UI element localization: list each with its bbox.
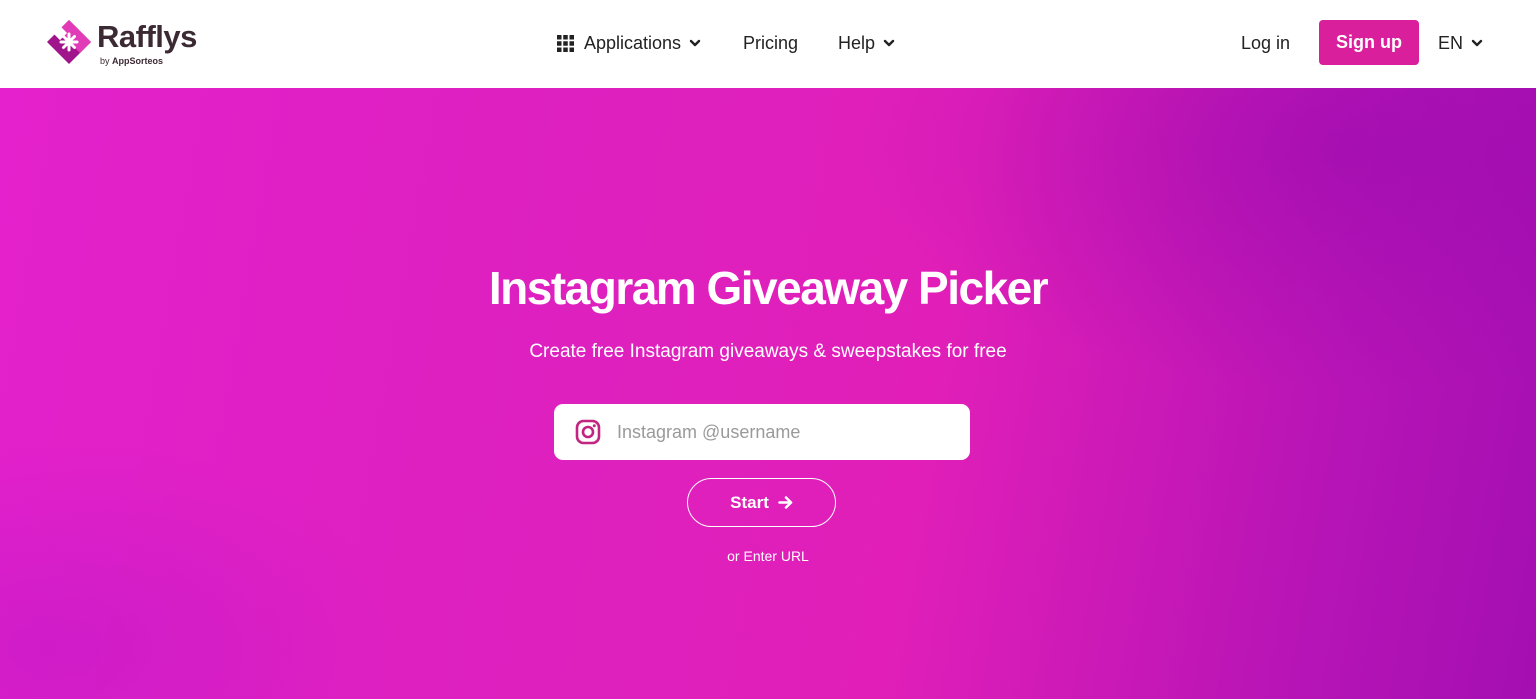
nav-pricing-label: Pricing	[743, 33, 799, 53]
nav-applications-label: Applications	[584, 33, 682, 53]
instagram-icon	[575, 419, 601, 445]
enter-url-link[interactable]: or Enter URL	[0, 547, 1536, 565]
username-input[interactable]	[617, 412, 957, 452]
nav-help[interactable]: Help	[838, 28, 895, 58]
start-button[interactable]: Start	[687, 478, 836, 527]
grid-icon	[557, 34, 574, 52]
username-search-box[interactable]	[554, 404, 970, 460]
byline-company: AppSorteos	[112, 56, 164, 66]
hero-section: Instagram Giveaway Picker Create free In…	[0, 88, 1536, 699]
language-selector[interactable]: EN	[1438, 28, 1483, 58]
chevron-down-icon	[883, 39, 895, 47]
chevron-down-icon	[689, 39, 701, 47]
arrow-right-icon	[778, 496, 793, 509]
nav-pricing[interactable]: Pricing	[743, 28, 798, 58]
chevron-down-icon	[1471, 39, 1483, 47]
logo[interactable]: Rafflys by AppSorteos	[45, 16, 215, 72]
language-label: EN	[1438, 32, 1464, 53]
brand-byline: by AppSorteos	[100, 56, 163, 66]
nav-applications[interactable]: Applications	[557, 28, 701, 58]
page-title: Instagram Giveaway Picker	[488, 262, 1049, 314]
signup-button[interactable]: Sign up	[1319, 20, 1419, 65]
brand-name: Rafflys	[97, 19, 197, 54]
byline-prefix: by	[100, 56, 110, 66]
hero-subtitle: Create free Instagram giveaways & sweeps…	[529, 341, 1007, 362]
nav-help-label: Help	[838, 33, 876, 53]
header: Rafflys by AppSorteos Applications Prici…	[0, 0, 1536, 88]
start-label: Start	[730, 492, 769, 512]
rafflys-logo-icon	[47, 20, 91, 64]
login-link[interactable]: Log in	[1241, 28, 1290, 58]
